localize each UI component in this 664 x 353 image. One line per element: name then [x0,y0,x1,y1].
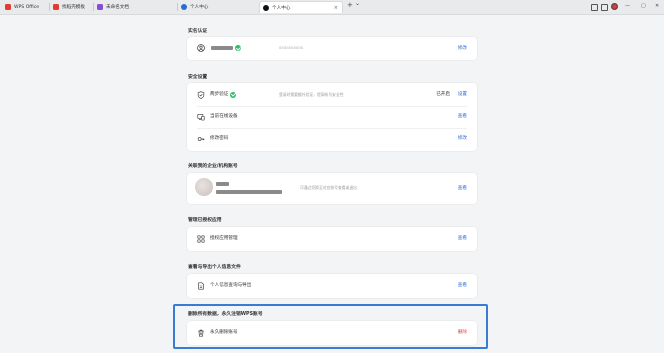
browser-tab-bar: WPS Office 找稻壳模板 未命名文档 个人中心 个人中心 × + ⌄ —… [0,0,664,15]
shield-icon [197,91,205,99]
section-title-security: 安全设置 [188,75,208,80]
avatar[interactable] [611,3,618,10]
two-step-status: 已开启 [436,92,450,97]
section-title-apps: 管理已授权应用 [188,218,222,223]
new-tab-button[interactable]: + [347,1,353,9]
window-layout-icon[interactable] [591,4,598,11]
apps-grid-icon [197,235,205,243]
file-icon [198,282,204,290]
tab-personal-center-1[interactable]: 个人中心 [178,1,258,13]
apps-view-link[interactable]: 查看 [458,235,467,241]
tab-personal-center-active[interactable]: 个人中心 × [259,1,343,13]
tab-template[interactable]: 找稻壳模板 [50,1,92,13]
key-icon [197,137,205,141]
tab-list-chevron-icon[interactable]: ⌄ [355,0,360,7]
close-tab-icon[interactable]: × [334,5,338,11]
change-password-link[interactable]: 修改 [458,135,467,141]
export-view-link[interactable]: 查看 [458,282,467,288]
masked-id-number: 8888888888 [279,45,304,50]
delete-section-highlight-box [173,304,488,349]
change-password-row: 修改密码 修改 [187,128,477,150]
verified-check-icon [235,45,241,51]
enterprise-view-link[interactable]: 查看 [458,185,467,191]
enabled-check-icon [230,91,236,98]
realname-card: 8888888888 修改 [187,37,477,60]
user-icon [197,44,205,52]
apps-row: 授权应用管理 查看 [187,228,477,250]
realname-edit-link[interactable]: 修改 [458,45,467,51]
two-step-settings-link[interactable]: 设置 [458,91,467,97]
two-step-desc: 登录时需要额外验证，提高帐号安全性 [279,91,344,97]
two-step-row: 两步验证 登录时需要额外验证，提高帐号安全性 已开启 设置 [187,84,477,106]
apps-card: 授权应用管理 查看 [187,227,477,251]
realname-row: 8888888888 修改 [187,37,477,60]
section-title-enterprise: 关联我的企业/机构账号 [188,164,238,169]
minimize-button[interactable]: — [625,3,630,9]
tab-label: 个人中心 [190,5,209,10]
sidebar-toggle-icon[interactable] [601,4,608,11]
enterprise-avatar [195,178,213,196]
export-label: 个人信息查询与导出 [210,283,252,288]
two-step-label: 两步验证 [210,92,229,97]
user-center-icon [263,4,269,11]
apps-label: 授权应用管理 [210,236,238,241]
tab-untitled-doc[interactable]: 未命名文档 [94,1,176,13]
devices-icon [197,114,205,121]
masked-enterprise-account [216,190,282,194]
maximize-button[interactable]: ▢ [641,3,646,9]
wps-logo-icon [5,4,11,10]
masked-enterprise-name [216,182,229,186]
tab-label: 未命名文档 [106,5,129,10]
user-center-icon [181,4,187,10]
tab-label: WPS Office [14,4,40,10]
security-card: 两步验证 登录时需要额外验证，提高帐号安全性 已开启 设置 当前在线设备 查看 … [187,83,477,151]
tab-label: 找稻壳模板 [62,5,85,10]
online-devices-label: 当前在线设备 [210,114,238,119]
masked-name [211,46,233,50]
docer-icon [53,4,59,10]
section-title-export: 查看与导出个人信息文件 [188,265,241,270]
account-settings-page: 实名认证 8888888888 修改 安全设置 两步验证 登录时需要额外验证，提… [0,15,664,353]
export-card: 个人信息查询与导出 查看 [187,274,477,298]
document-icon [97,4,103,10]
enterprise-card: 可通过切换至对应账号查看或退出 查看 [187,173,477,204]
tab-wps-office[interactable]: WPS Office [2,1,48,13]
change-password-label: 修改密码 [210,136,229,141]
tab-label: 个人中心 [272,5,291,11]
close-window-button[interactable]: ✕ [655,3,659,9]
online-devices-view-link[interactable]: 查看 [458,113,467,119]
enterprise-desc: 可通过切换至对应账号查看或退出 [300,185,357,190]
online-devices-row: 当前在线设备 查看 [187,106,477,128]
section-title-realname: 实名认证 [188,29,208,34]
export-row: 个人信息查询与导出 查看 [187,275,477,297]
